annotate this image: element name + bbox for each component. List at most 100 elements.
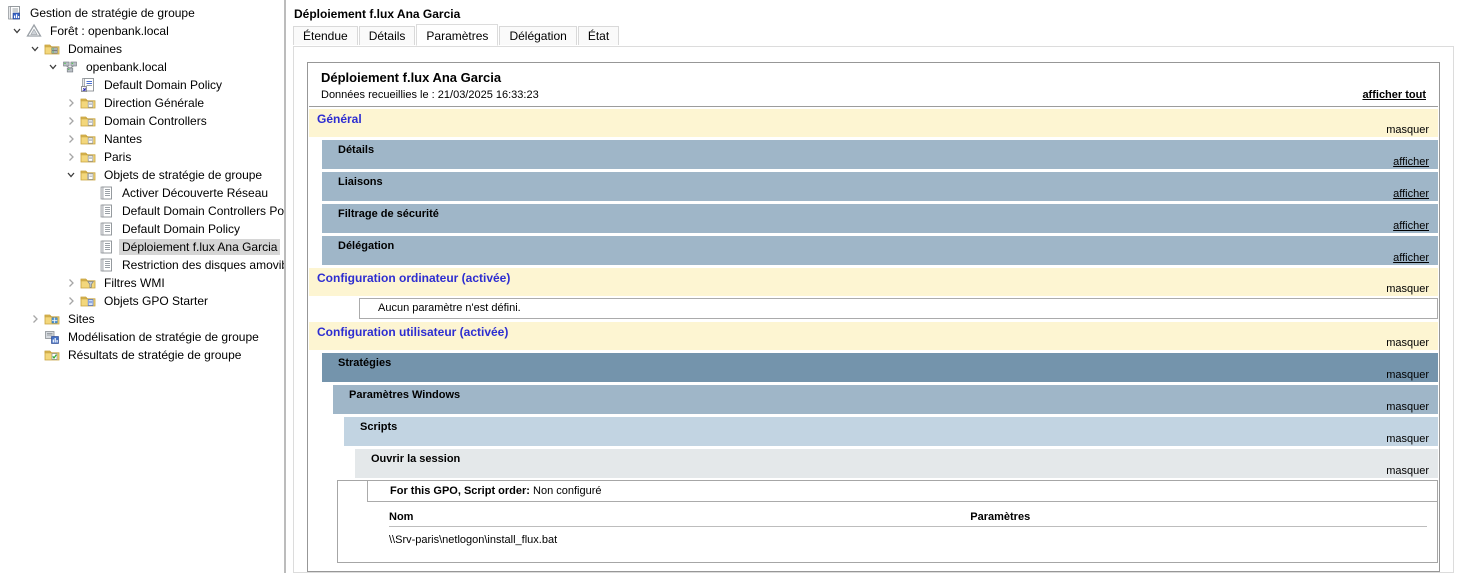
tree-item-default-domain-policy[interactable]: Default Domain Policy [0,220,284,238]
chevron-placeholder [80,257,98,273]
tree-item-domain-controllers[interactable]: Domain Controllers [0,112,284,130]
hide-link[interactable]: masquer [1386,433,1429,445]
tree-item-label: Paris [101,149,134,165]
tree-item-objets-de-strat-gie-de-groupe[interactable]: Objets de stratégie de groupe [0,166,284,184]
chevron-right-icon[interactable] [62,95,80,111]
hide-link[interactable]: masquer [1386,401,1429,413]
gpmc-window: Gestion de stratégie de groupeForêt : op… [0,0,1460,573]
starter-gpo-folder-icon [80,293,96,309]
report-body: GénéralmasquerDétailsafficherLiaisonsaff… [309,109,1438,563]
tab-d-l-gation[interactable]: Délégation [499,26,576,45]
tree-item-r-sultats-de-strat-gie-de-groupe[interactable]: Résultats de stratégie de groupe [0,346,284,364]
tree-item-sites[interactable]: Sites [0,310,284,328]
subsection-title: Filtrage de sécurité [322,204,1438,220]
ou-folder-icon [80,113,96,129]
tree-item-label: openbank.local [83,59,170,75]
hide-link[interactable]: masquer [1386,337,1429,349]
report-subsection-header: Délégationafficher [322,236,1438,265]
tree-item-label: Domaines [65,41,125,57]
gpo-icon [98,185,114,201]
hide-link[interactable]: masquer [1386,369,1429,381]
tree-item-mod-lisation-de-strat-gie-de-groupe[interactable]: Modélisation de stratégie de groupe [0,328,284,346]
tree-item-label: Default Domain Policy [101,77,225,93]
gpo-settings-report: Déploiement f.lux Ana Garcia Données rec… [307,62,1440,572]
chevron-placeholder [26,329,44,345]
domain-icon [62,59,78,75]
subsection-title: Paramètres Windows [333,385,1438,401]
tree-item-domaines[interactable]: Domaines [0,40,284,58]
gpo-icon [98,239,114,255]
tree-item-filtres-wmi[interactable]: Filtres WMI [0,274,284,292]
chevron-down-icon[interactable] [8,23,26,39]
forest-icon [26,23,42,39]
tree-item-default-domain-policy[interactable]: Default Domain Policy [0,76,284,94]
chevron-right-icon[interactable] [62,113,80,129]
chevron-right-icon[interactable] [62,131,80,147]
tab-param-tres[interactable]: Paramètres [416,24,498,46]
subsection-title: Scripts [344,417,1438,433]
chevron-down-icon[interactable] [62,167,80,183]
chevron-down-icon[interactable] [26,41,44,57]
tree-item-label: Activer Découverte Réseau [119,185,271,201]
script-order-label: For this GPO, Script order: [390,485,530,497]
ou-folder-icon [80,131,96,147]
tab--tat[interactable]: État [578,26,619,45]
report-subsection-header: Scriptsmasquer [344,417,1438,446]
show-link[interactable]: afficher [1393,220,1429,232]
report-title: Déploiement f.lux Ana Garcia [321,70,1428,85]
tree-item-paris[interactable]: Paris [0,148,284,166]
tree-item-label: Filtres WMI [101,275,168,291]
gpo-folder-icon [80,167,96,183]
tab--tendue[interactable]: Étendue [293,26,358,45]
tree-item-direction-g-n-rale[interactable]: Direction Générale [0,94,284,112]
show-link[interactable]: afficher [1393,188,1429,200]
hide-link[interactable]: masquer [1386,124,1429,136]
tab-d-tails[interactable]: Détails [359,26,416,45]
tree-item-label: Résultats de stratégie de groupe [65,347,244,363]
tree-item-objets-gpo-starter[interactable]: Objets GPO Starter [0,292,284,310]
scripts-table: NomParamètres\\Srv-paris\netlogon\instal… [389,507,1427,556]
tree-item-for-t-openbank-local[interactable]: Forêt : openbank.local [0,22,284,40]
empty-settings-note: Aucun paramètre n'est défini. [359,298,1438,319]
hide-link[interactable]: masquer [1386,283,1429,295]
tree-item-d-ploiement-f-lux-ana-garcia[interactable]: Déploiement f.lux Ana Garcia [0,238,284,256]
report-section-header: Configuration utilisateur (activée)masqu… [309,322,1438,350]
wmi-folder-icon [80,275,96,291]
report-subsection-header: Filtrage de sécuritéafficher [322,204,1438,233]
chevron-right-icon[interactable] [62,275,80,291]
tree-item-restriction-des-disques-amovib[interactable]: Restriction des disques amovib [0,256,284,274]
tree-item-activer-d-couverte-r-seau[interactable]: Activer Découverte Réseau [0,184,284,202]
tree-panel: Gestion de stratégie de groupeForêt : op… [0,0,284,573]
chevron-right-icon[interactable] [62,293,80,309]
tree-item-label: Default Domain Controllers Po [119,203,284,219]
show-link[interactable]: afficher [1393,156,1429,168]
report-subsection-header: Stratégiesmasquer [322,353,1438,382]
chevron-down-icon[interactable] [44,59,62,75]
gpo-icon [98,203,114,219]
table-row: \\Srv-paris\netlogon\install_flux.bat [389,527,1427,557]
chevron-placeholder [80,239,98,255]
table-cell: \\Srv-paris\netlogon\install_flux.bat [389,527,970,557]
chevron-placeholder [26,347,44,363]
report-collected-date: Données recueillies le : 21/03/2025 16:3… [321,89,1428,101]
domains-folder-icon [44,41,60,57]
tree-item-label: Gestion de stratégie de groupe [27,5,198,21]
tree-item-label: Default Domain Policy [119,221,243,237]
chevron-right-icon[interactable] [62,149,80,165]
tree-item-label: Sites [65,311,98,327]
tree-item-label: Restriction des disques amovib [119,257,284,273]
tree-item-nantes[interactable]: Nantes [0,130,284,148]
table-header-row: NomParamètres [389,507,1427,527]
chevron-placeholder [62,77,80,93]
tree-item-openbank-local[interactable]: openbank.local [0,58,284,76]
show-link[interactable]: afficher [1393,252,1429,264]
tab-page-parametres: Déploiement f.lux Ana Garcia Données rec… [293,46,1454,573]
tree-item-label: Modélisation de stratégie de groupe [65,329,262,345]
hide-link[interactable]: masquer [1386,465,1429,477]
show-all-link[interactable]: afficher tout [1362,89,1426,101]
tree-item-gestion-de-strat-gie-de-groupe[interactable]: Gestion de stratégie de groupe [0,4,284,22]
chevron-right-icon[interactable] [26,311,44,327]
tree-item-default-domain-controllers-po[interactable]: Default Domain Controllers Po [0,202,284,220]
report-subsection-header: Paramètres Windowsmasquer [333,385,1438,414]
subsection-title: Délégation [322,236,1438,252]
